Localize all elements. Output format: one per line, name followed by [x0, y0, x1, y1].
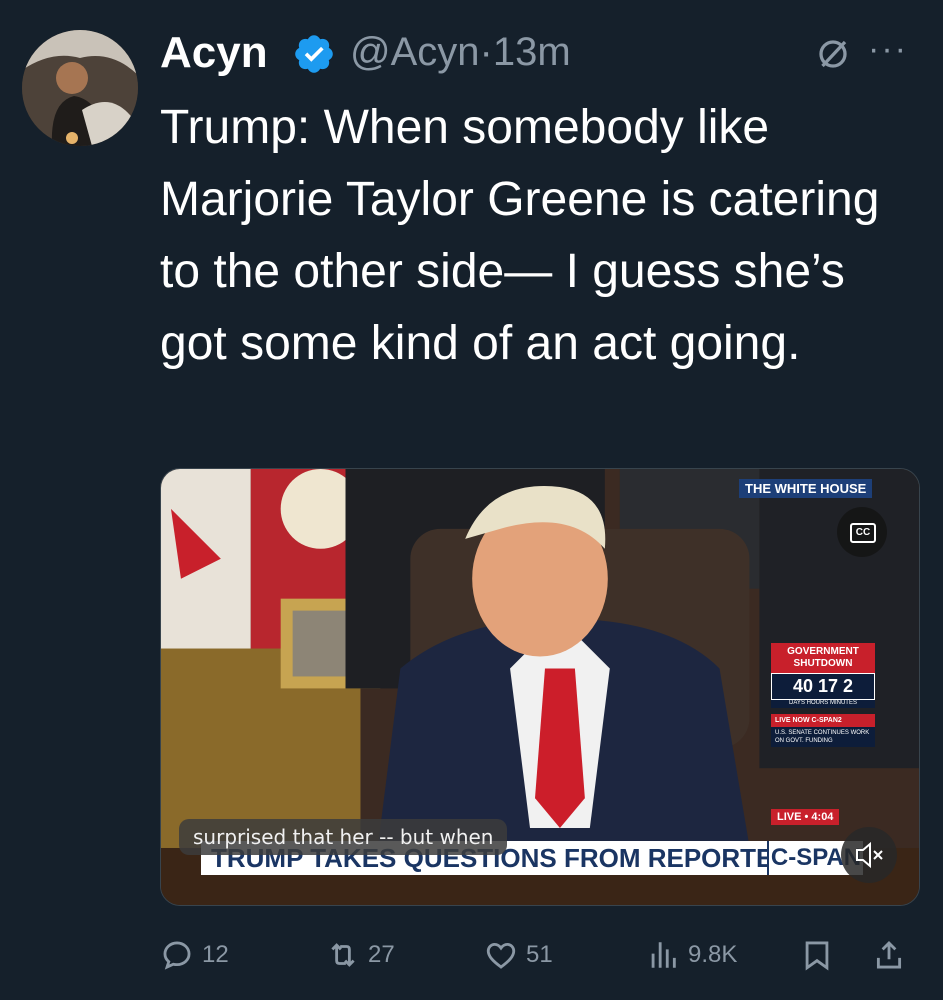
- share-button[interactable]: [872, 930, 914, 980]
- bookmark-icon: [805, 941, 829, 971]
- like-count: 51: [526, 941, 553, 968]
- more-icon[interactable]: ···: [868, 30, 908, 69]
- sound-off-icon: [856, 841, 883, 869]
- tweet-header: Acyn @Acyn·13m ···: [160, 26, 923, 82]
- tweet-actions: 12 27 51 9.8K: [160, 930, 920, 980]
- location-label: THE WHITE HOUSE: [739, 479, 873, 498]
- reply-button[interactable]: 12: [160, 930, 229, 980]
- verified-badge-icon: [295, 35, 333, 73]
- handle[interactable]: @Acyn: [350, 30, 480, 74]
- sound-off-button[interactable]: [841, 827, 897, 883]
- live-now-text: U.S. SENATE CONTINUES WORK ON GOVT. FUND…: [771, 727, 875, 747]
- live-tag: LIVE • 4:04: [771, 809, 840, 825]
- display-name[interactable]: Acyn: [160, 28, 268, 78]
- repost-count: 27: [368, 941, 395, 968]
- mute-icon[interactable]: [815, 36, 851, 72]
- views-button[interactable]: 9.8K: [646, 930, 737, 980]
- views-icon: [651, 942, 676, 968]
- repost-button[interactable]: 27: [326, 930, 395, 980]
- shutdown-count: 40 17 2: [771, 673, 875, 700]
- handle-and-time[interactable]: @Acyn·13m: [350, 30, 571, 75]
- separator: ·: [479, 30, 493, 74]
- video-player[interactable]: THE WHITE HOUSE CC GOVERNMENT SHUTDOWN 4…: [160, 468, 920, 906]
- timestamp[interactable]: 13m: [493, 30, 571, 74]
- video-caption: surprised that her -- but when: [179, 819, 508, 855]
- shutdown-header: GOVERNMENT SHUTDOWN: [771, 643, 875, 673]
- live-now-label: LIVE NOW C-SPAN2: [771, 714, 875, 727]
- views-count: 9.8K: [688, 941, 738, 968]
- reply-icon: [163, 941, 191, 970]
- like-button[interactable]: 51: [484, 930, 553, 980]
- repost-icon: [331, 943, 355, 967]
- cc-icon: CC: [850, 523, 876, 543]
- shutdown-counter: GOVERNMENT SHUTDOWN 40 17 2 DAYS HOURS M…: [771, 643, 875, 823]
- avatar[interactable]: [22, 30, 138, 146]
- like-icon: [486, 942, 516, 969]
- shutdown-units: DAYS HOURS MINUTES: [771, 700, 875, 708]
- share-icon: [876, 940, 902, 969]
- bookmark-button[interactable]: [800, 930, 842, 980]
- cc-button[interactable]: CC: [837, 507, 887, 557]
- reply-count: 12: [202, 941, 229, 968]
- tweet-text: Trump: When somebody like Marjorie Taylo…: [160, 101, 880, 370]
